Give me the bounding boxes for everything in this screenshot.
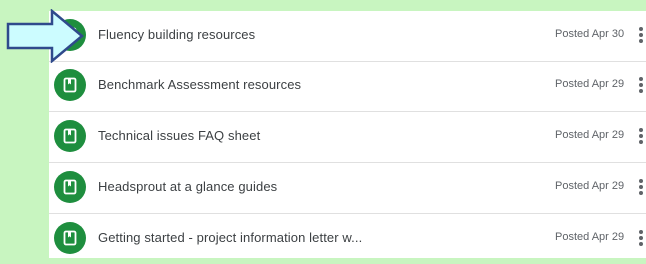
item-title[interactable]: Getting started - project information le… [98,230,362,245]
classwork-list: Fluency building resources Posted Apr 30… [49,11,646,258]
material-icon [54,120,86,152]
material-icon [54,69,86,101]
more-options-icon[interactable] [637,127,645,147]
right-arrow-icon [6,9,84,63]
item-title[interactable]: Technical issues FAQ sheet [98,128,260,143]
item-date: Posted Apr 29 [555,180,625,192]
item-date: Posted Apr 29 [555,129,625,141]
item-title[interactable]: Headsprout at a glance guides [98,179,277,194]
material-icon [54,222,86,254]
more-options-icon[interactable] [637,76,645,96]
more-options-icon[interactable] [637,178,645,198]
list-item[interactable]: Fluency building resources Posted Apr 30 [49,11,646,62]
list-item[interactable]: Getting started - project information le… [49,214,646,264]
more-options-icon[interactable] [637,26,645,46]
more-options-icon[interactable] [637,229,645,249]
item-date: Posted Apr 30 [555,28,625,40]
item-date: Posted Apr 29 [555,231,625,243]
item-title[interactable]: Benchmark Assessment resources [98,77,301,92]
item-date: Posted Apr 29 [555,78,625,90]
item-title[interactable]: Fluency building resources [98,27,255,42]
list-item[interactable]: Benchmark Assessment resources Posted Ap… [49,61,646,112]
list-item[interactable]: Technical issues FAQ sheet Posted Apr 29 [49,112,646,163]
list-item[interactable]: Headsprout at a glance guides Posted Apr… [49,163,646,214]
material-icon [54,171,86,203]
